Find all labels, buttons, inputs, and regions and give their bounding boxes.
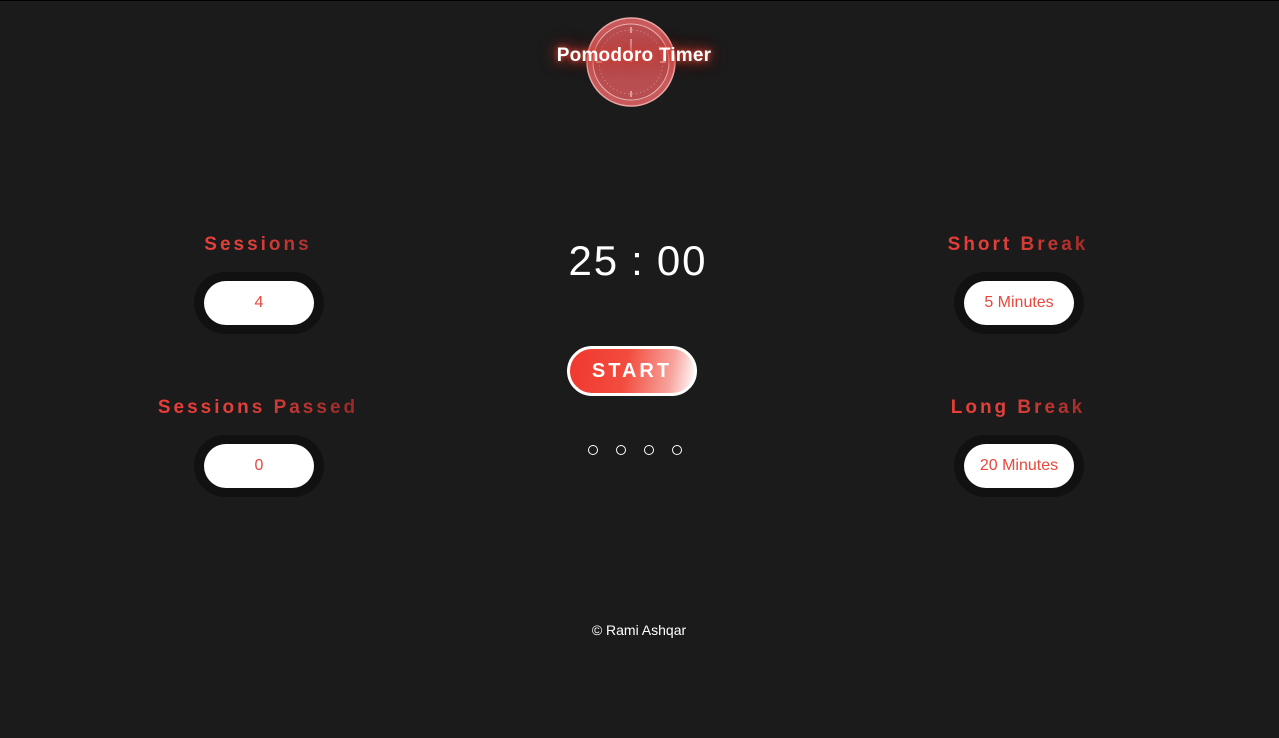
session-dot-icon [672, 445, 682, 455]
timer-minutes: 25 [568, 237, 620, 284]
sessions-label: Sessions [158, 234, 358, 256]
sessions-field-wrapper: 4 [194, 272, 324, 334]
long-break-label: Long Break [918, 397, 1118, 419]
short-break-input[interactable]: 5 Minutes [964, 281, 1074, 325]
start-button[interactable]: START [567, 346, 697, 396]
footer-copyright: © Rami Ashqar [591, 622, 687, 638]
timer-seconds: 00 [656, 237, 708, 284]
long-break-field-wrapper: 20 Minutes [954, 435, 1084, 497]
app-title: Pomodoro Timer [556, 45, 712, 66]
session-progress-dots [588, 445, 682, 457]
sessions-passed-input[interactable]: 0 [204, 444, 314, 488]
sessions-passed-label: Sessions Passed [138, 397, 378, 419]
session-dot-icon [644, 445, 654, 455]
timer-display: 25 : 00 [540, 237, 736, 285]
sessions-passed-field-wrapper: 0 [194, 435, 324, 497]
sessions-input[interactable]: 4 [204, 281, 314, 325]
app-header: Pomodoro Timer [0, 1, 1279, 111]
long-break-input[interactable]: 20 Minutes [964, 444, 1074, 488]
session-dot-icon [588, 445, 598, 455]
timer-separator: : [631, 237, 645, 284]
short-break-label: Short Break [918, 234, 1118, 256]
short-break-field-wrapper: 5 Minutes [954, 272, 1084, 334]
session-dot-icon [616, 445, 626, 455]
